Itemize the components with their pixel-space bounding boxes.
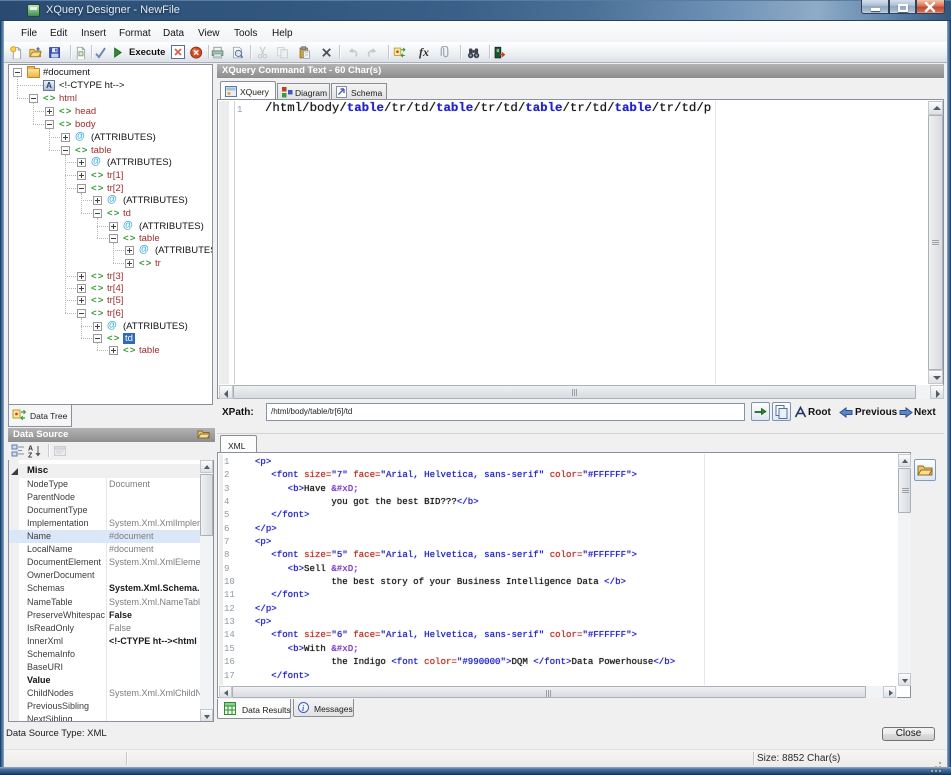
svg-text:Z: Z [28,453,33,459]
svg-text:A: A [28,446,33,453]
